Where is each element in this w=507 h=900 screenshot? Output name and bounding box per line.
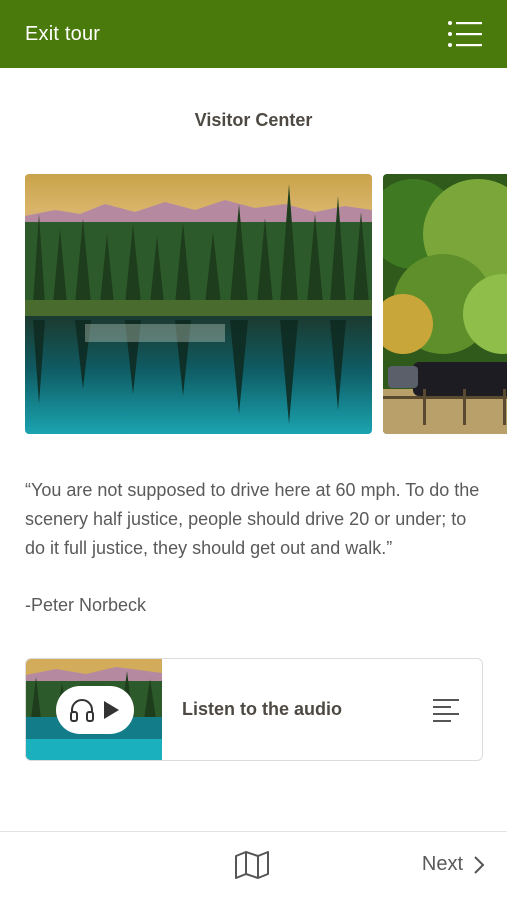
transcript-lines-icon[interactable] — [432, 697, 460, 723]
quote-text: “You are not supposed to drive here at 6… — [25, 480, 480, 558]
parking-trees-photo[interactable] — [383, 174, 507, 434]
list-menu-icon[interactable] — [447, 19, 483, 49]
lake-reflection-photo[interactable] — [25, 174, 372, 434]
top-bar: Exit tour — [0, 0, 507, 68]
play-audio-button[interactable] — [56, 686, 134, 734]
chevron-right-icon — [474, 855, 485, 874]
audio-thumbnail — [26, 659, 162, 760]
audio-card[interactable]: Listen to the audio — [25, 658, 483, 761]
stop-title: Visitor Center — [194, 110, 313, 130]
image-carousel[interactable] — [25, 174, 507, 434]
quote-attribution: -Peter Norbeck — [25, 595, 147, 615]
next-button[interactable]: Next — [422, 853, 485, 876]
exit-tour-button[interactable]: Exit tour — [25, 23, 100, 46]
next-label: Next — [421, 853, 463, 875]
play-icon — [104, 701, 119, 719]
listen-audio-label: Listen to the audio — [182, 699, 342, 719]
map-icon[interactable] — [234, 851, 270, 879]
headphones-icon — [70, 699, 94, 722]
bottom-bar: Next — [0, 831, 507, 900]
